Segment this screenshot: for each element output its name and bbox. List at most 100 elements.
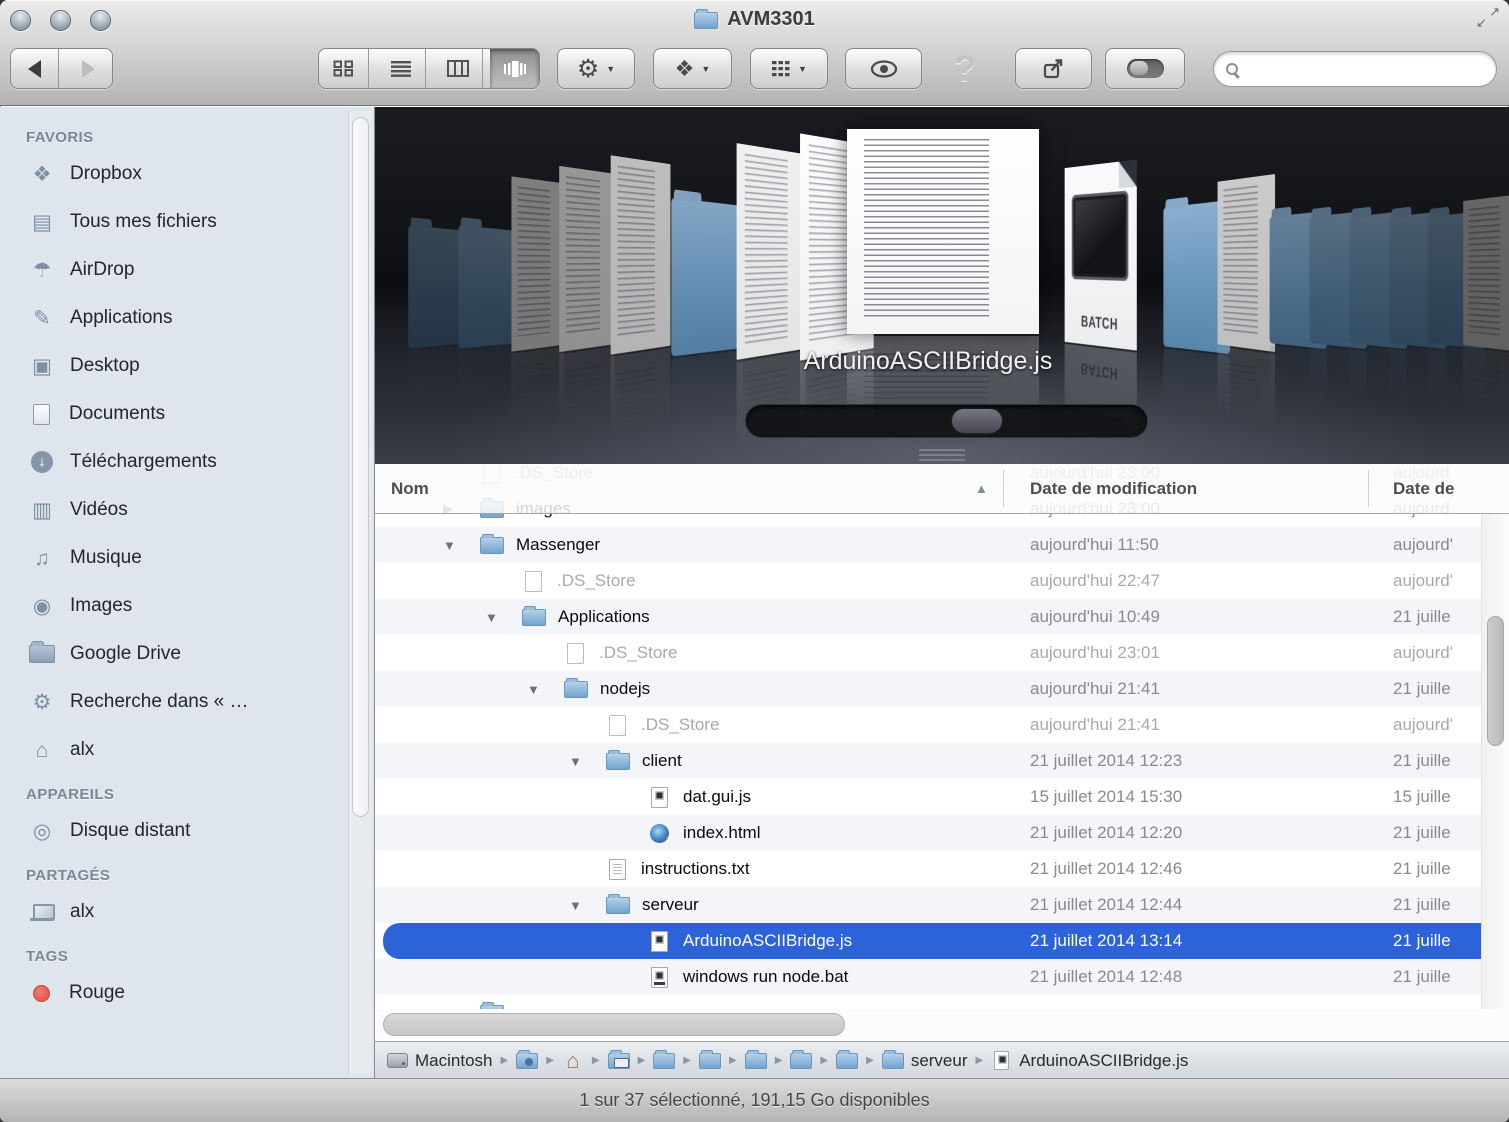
table-row[interactable]: ▼Applicationsaujourd'hui 10:4921 juille [375,599,1481,635]
sidebar-item-airdrop[interactable]: ☂AirDrop [26,246,374,294]
table-row[interactable]: .DS_Storeaujourd'hui 21:41aujourd' [375,707,1481,743]
action-menu-button[interactable]: ⚙▼ [557,48,635,89]
column-divider[interactable] [1368,470,1369,507]
sidebar-scrollbar-thumb[interactable] [352,117,369,817]
coverflow-resize-grip[interactable] [919,449,965,461]
edit-tags-button[interactable] [1105,48,1185,89]
path-item[interactable] [836,1052,858,1069]
folder-icon [882,1053,904,1069]
column-header-date-other[interactable]: Date de [1393,464,1454,513]
coverflow-scrollbar-thumb[interactable] [951,408,1003,434]
coverflow-folder[interactable] [458,225,513,348]
path-item[interactable] [516,1052,538,1069]
table-row[interactable]: dat.gui.js15 juillet 2014 15:3015 juille [375,779,1481,815]
disclosure-triangle-icon[interactable]: ▼ [440,538,480,553]
list-vertical-scrollbar[interactable] [1481,514,1509,1009]
coverflow-document[interactable] [511,176,564,351]
column-header-name[interactable]: Nom [391,464,429,513]
coverflow-document[interactable] [737,143,806,360]
coverflow-selected-item[interactable] [847,129,1039,334]
view-coverflow-button[interactable] [490,49,539,88]
date-other-cell: 21 juille [1393,671,1481,707]
forward-button[interactable] [66,49,113,88]
sidebar-item-disque-distant[interactable]: ◎Disque distant [26,807,374,855]
sidebar-item-rouge[interactable]: Rouge [26,969,374,1017]
path-item[interactable] [790,1052,812,1069]
table-row[interactable]: windows run node.bat21 juillet 2014 12:4… [375,959,1481,995]
path-item-macintosh[interactable]: Macintosh [387,1051,492,1071]
table-row[interactable]: ▼nodejsaujourd'hui 21:4121 juille [375,671,1481,707]
date-modified-cell: aujourd'hui 11:50 [1030,527,1159,563]
path-item[interactable] [653,1052,675,1069]
disclosure-triangle-icon[interactable]: ▼ [524,682,564,697]
dropbox-menu-button[interactable]: ❖▼ [653,48,732,89]
coverflow-document[interactable] [1463,195,1509,351]
sidebar-item-applications[interactable]: ✎Applications [26,294,374,342]
name-cell: ▼Massenger [440,527,600,563]
column-header-date-modified[interactable]: Date de modification [1030,464,1197,513]
path-item[interactable] [699,1052,721,1069]
folder-icon [790,1053,812,1069]
coverflow-document[interactable] [1218,174,1275,352]
path-item-arduinoasciibridge-js[interactable]: ArduinoASCIIBridge.js [991,1051,1188,1071]
table-row[interactable]: .DS_Storeaujourd'hui 22:47aujourd' [375,563,1481,599]
disclosure-triangle-icon[interactable]: ▼ [566,754,606,769]
date-modified-cell: 21 juillet 2014 12:23 [1030,743,1182,779]
view-icons-button[interactable] [319,49,369,88]
path-separator-icon: ▶ [729,1055,737,1066]
date-modified-cell: 21 juillet 2014 12:48 [1030,959,1182,995]
sidebar-item-musique[interactable]: ♫Musique [26,534,374,582]
column-divider[interactable] [1003,470,1004,507]
help-button[interactable]: ? [940,48,990,89]
back-button[interactable] [11,49,59,88]
table-row[interactable]: ▼client21 juillet 2014 12:2321 juille [375,743,1481,779]
table-row[interactable]: ▼Massengeraujourd'hui 11:50aujourd' [375,527,1481,563]
sidebar-item-dropbox[interactable]: ❖Dropbox [26,150,374,198]
sidebar-item-alx[interactable]: ⌂alx [26,726,374,774]
table-row[interactable]: .DS_Storeaujourd'hui 23:01aujourd' [375,635,1481,671]
sidebar-item-recherche-dans-[interactable]: ⚙Recherche dans « … [26,678,374,726]
coverflow-scrollbar[interactable] [745,404,1148,438]
file-name: .DS_Store [641,715,719,735]
table-row[interactable]: instructions.txt21 juillet 2014 12:4621 … [375,851,1481,887]
table-row[interactable]: ArduinoASCIIBridge.js21 juillet 2014 13:… [375,923,1481,959]
sidebar-item-images[interactable]: ◉Images [26,582,374,630]
quicklook-button[interactable] [845,48,922,89]
share-button[interactable] [1015,48,1092,89]
sidebar-item-label: AirDrop [70,259,134,281]
sidebar-item-documents[interactable]: Documents [26,390,374,438]
sidebar-item-google-drive[interactable]: Google Drive [26,630,374,678]
coverflow-document[interactable] [559,166,614,352]
table-row[interactable]: index.html21 juillet 2014 12:2021 juille [375,815,1481,851]
sidebar-item-desktop[interactable]: ▣Desktop [26,342,374,390]
table-row[interactable]: ▼serveur21 juillet 2014 12:4421 juille [375,887,1481,923]
search-field[interactable] [1213,51,1497,87]
path-item[interactable]: ⌂ [562,1050,584,1072]
path-item[interactable] [745,1052,767,1069]
list-horizontal-scrollbar-thumb[interactable] [383,1013,845,1036]
table-row[interactable] [375,995,1481,1009]
sidebar-item-vid-os[interactable]: ▥Vidéos [26,486,374,534]
sidebar-scrollbar[interactable] [348,111,372,1074]
view-list-button[interactable] [376,49,426,88]
file-list: .DS_Storeaujourd'hui 23:00aujourd▶images… [375,464,1509,1009]
coverflow-folder[interactable] [671,198,742,357]
disclosure-triangle-icon[interactable]: ▼ [482,610,522,625]
status-bar: 1 sur 37 sélectionné, 191,15 Go disponib… [0,1078,1509,1122]
sidebar-item-alx[interactable]: alx [26,888,374,936]
path-separator-icon: ▶ [775,1055,783,1066]
view-columns-button[interactable] [433,49,483,88]
fullscreen-button[interactable]: ↗ ↙ [1475,4,1501,30]
list-vertical-scrollbar-thumb[interactable] [1487,616,1504,746]
path-item-serveur[interactable]: serveur [882,1051,968,1071]
disclosure-triangle-icon[interactable]: ▼ [566,898,606,913]
list-horizontal-scrollbar[interactable] [375,1009,1509,1041]
sidebar-item-tous-mes-fichiers[interactable]: ▤Tous mes fichiers [26,198,374,246]
coverflow-batch-item[interactable]: BATCH [1065,159,1137,350]
sidebar-item-t-l-chargements[interactable]: ↓Téléchargements [26,438,374,486]
search-input[interactable] [1246,58,1484,80]
path-item[interactable] [608,1052,630,1069]
coverflow-folder[interactable] [408,225,463,348]
arrange-menu-button[interactable]: ▼ [750,48,828,89]
coverflow-document[interactable] [611,155,671,354]
